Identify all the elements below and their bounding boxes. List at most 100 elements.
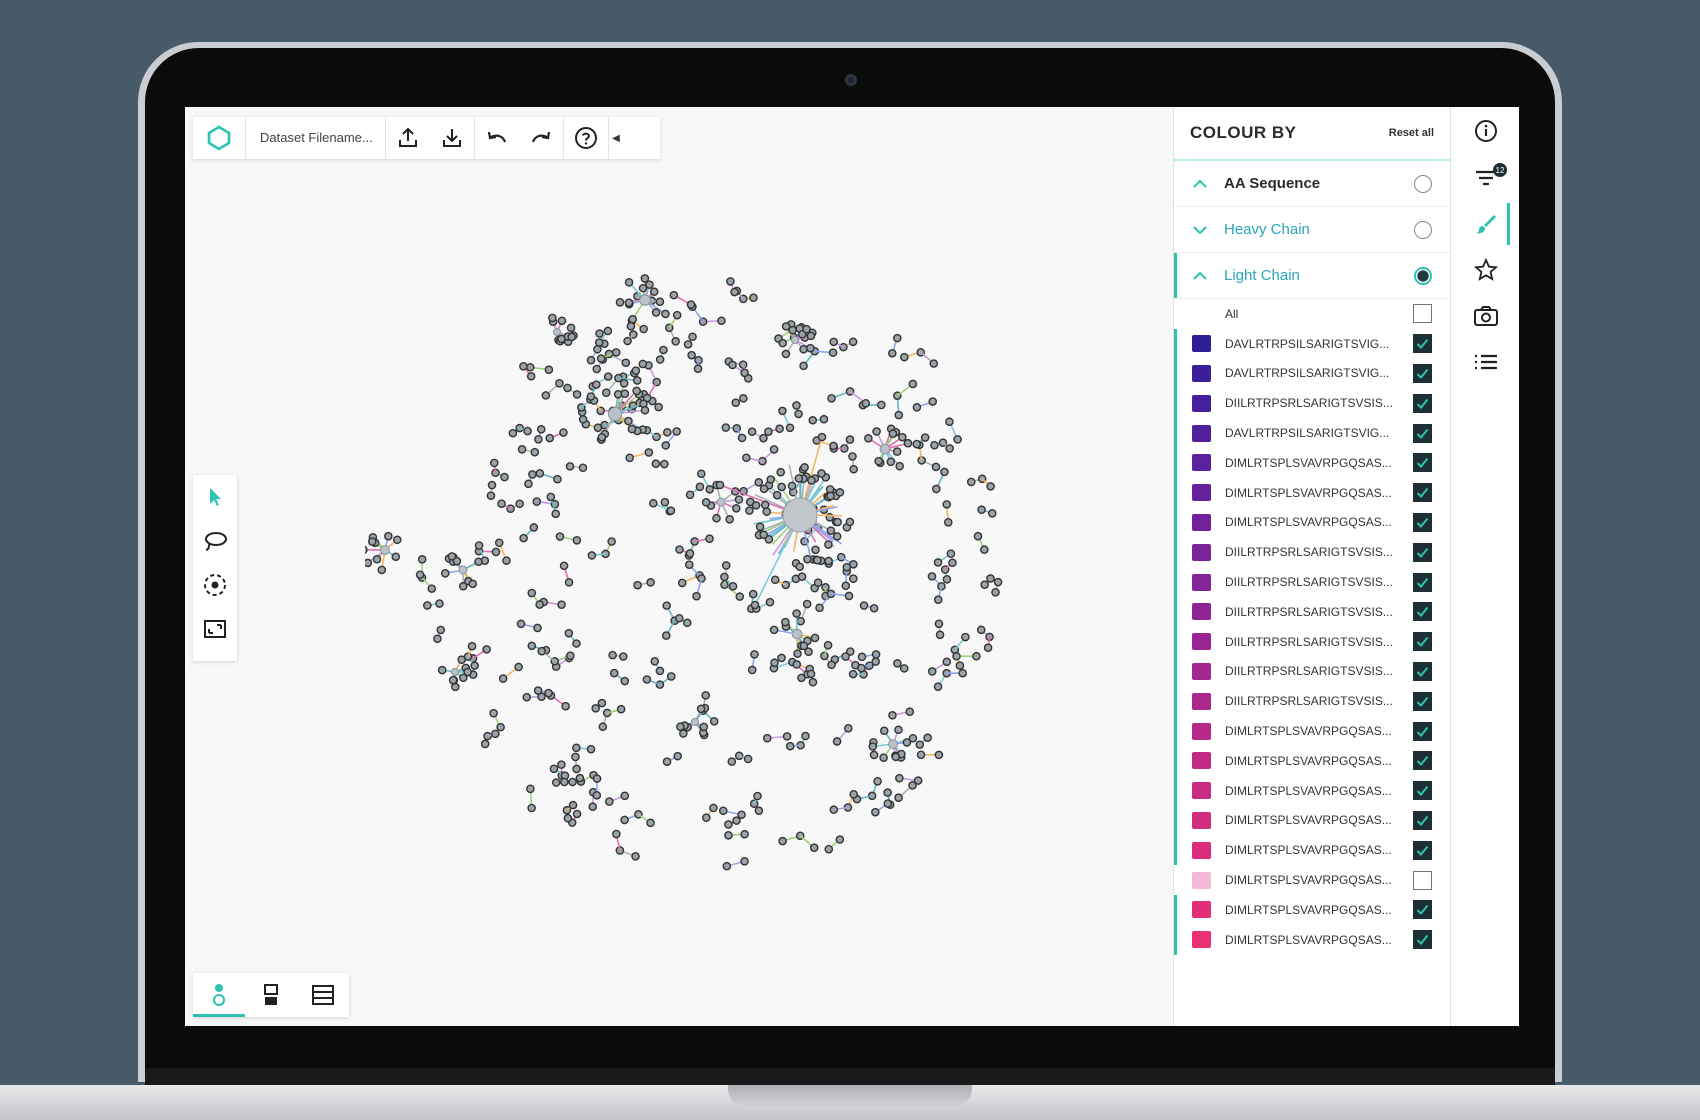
graph-node[interactable]: [632, 386, 641, 396]
graph-node[interactable]: [654, 402, 663, 412]
graph-node[interactable]: [742, 453, 751, 463]
graph-node[interactable]: [732, 423, 742, 433]
graph-node[interactable]: [823, 640, 833, 650]
chevron-up-icon[interactable]: [1192, 268, 1214, 284]
graph-node[interactable]: [557, 760, 566, 769]
graph-node[interactable]: [526, 371, 536, 381]
graph-node[interactable]: [899, 352, 909, 362]
graph-node[interactable]: [883, 788, 892, 797]
graph-cluster-core[interactable]: [879, 443, 891, 455]
graph-node[interactable]: [365, 545, 368, 554]
graph-node[interactable]: [841, 652, 850, 661]
graph-node[interactable]: [772, 490, 782, 500]
graph-node[interactable]: [912, 402, 922, 412]
graph-node[interactable]: [612, 829, 621, 839]
graph-node[interactable]: [769, 625, 779, 635]
graph-node[interactable]: [913, 776, 923, 785]
colour-swatch[interactable]: [1192, 484, 1211, 502]
graph-node[interactable]: [764, 427, 773, 436]
row-checkbox[interactable]: [1413, 393, 1432, 413]
graph-node[interactable]: [879, 726, 889, 736]
list-item[interactable]: DIMLRTSPLSVAVRPGQSAS...: [1174, 507, 1450, 538]
colour-swatch[interactable]: [1192, 841, 1211, 859]
row-checkbox[interactable]: [1413, 512, 1432, 532]
graph-node[interactable]: [806, 669, 816, 679]
graph-node[interactable]: [815, 603, 824, 613]
colour-swatch[interactable]: [1192, 424, 1211, 442]
graph-node[interactable]: [620, 389, 630, 398]
graph-node[interactable]: [935, 630, 945, 640]
graph-cluster-core[interactable]: [607, 406, 623, 422]
graph-node[interactable]: [895, 773, 904, 783]
graph-node[interactable]: [829, 441, 838, 451]
graph-cluster-core[interactable]: [888, 739, 898, 749]
graph-node[interactable]: [808, 415, 818, 425]
graph-node[interactable]: [766, 475, 776, 484]
graph-node[interactable]: [817, 469, 826, 478]
list-item[interactable]: DIMLRTSPLSVAVRPGQSAS...: [1174, 835, 1450, 865]
colour-swatch[interactable]: [1192, 364, 1211, 382]
graph-node[interactable]: [776, 467, 786, 477]
graph-node[interactable]: [799, 641, 809, 651]
graph-node[interactable]: [861, 398, 871, 408]
graph-node[interactable]: [793, 649, 802, 658]
graph-node[interactable]: [603, 372, 613, 381]
graph-node[interactable]: [799, 361, 808, 371]
list-item[interactable]: DIILRTRPSRLSARIGTSVSIS...: [1174, 388, 1450, 418]
colour-swatch[interactable]: [1192, 811, 1211, 829]
graph-cluster-core[interactable]: [450, 667, 460, 677]
graph-node[interactable]: [871, 650, 881, 659]
graph-node[interactable]: [728, 582, 738, 591]
graph-node[interactable]: [955, 661, 965, 670]
colour-swatch[interactable]: [1192, 573, 1211, 591]
graph-node[interactable]: [740, 368, 749, 378]
graph-node[interactable]: [598, 722, 608, 732]
graph-node[interactable]: [702, 813, 711, 822]
graph-node[interactable]: [933, 558, 943, 567]
graph-node[interactable]: [803, 554, 812, 564]
graph-node[interactable]: [448, 675, 458, 685]
graph-node[interactable]: [743, 754, 753, 764]
graph-node[interactable]: [565, 462, 575, 471]
graph-node[interactable]: [903, 438, 913, 448]
graph-node[interactable]: [872, 427, 881, 436]
graph-node[interactable]: [940, 467, 949, 477]
graph-node[interactable]: [751, 501, 761, 510]
graph-node[interactable]: [651, 459, 661, 469]
pointer-icon[interactable]: [193, 475, 237, 519]
graph-node[interactable]: [567, 332, 577, 342]
graph-node[interactable]: [620, 815, 629, 825]
graph-hub[interactable]: [782, 497, 818, 533]
graph-node[interactable]: [980, 545, 989, 554]
graph-node[interactable]: [437, 665, 447, 675]
row-checkbox[interactable]: [1413, 602, 1432, 622]
graph-node[interactable]: [734, 751, 744, 761]
fit-view-icon[interactable]: [193, 607, 237, 651]
row-checkbox[interactable]: [1413, 870, 1432, 890]
graph-node[interactable]: [655, 355, 665, 364]
row-checkbox[interactable]: [1413, 453, 1432, 473]
graph-node[interactable]: [916, 750, 926, 760]
list-item[interactable]: DIILRTRPSRLSARIGTSVSIS...: [1174, 537, 1450, 567]
graph-node[interactable]: [966, 477, 976, 487]
graph-node[interactable]: [533, 686, 543, 695]
graph-node[interactable]: [640, 405, 650, 415]
graph-node[interactable]: [759, 530, 768, 540]
dataset-filename[interactable]: Dataset Filename...: [246, 117, 386, 159]
graph-node[interactable]: [712, 513, 721, 523]
graph-node[interactable]: [508, 428, 518, 438]
graph-node[interactable]: [551, 778, 561, 787]
graph-node[interactable]: [555, 379, 564, 388]
graph-node[interactable]: [586, 744, 596, 754]
graph-node[interactable]: [592, 774, 602, 783]
graph-node[interactable]: [987, 508, 997, 518]
graph-node[interactable]: [642, 675, 652, 684]
graph-node[interactable]: [566, 323, 576, 333]
graph-node[interactable]: [717, 316, 726, 326]
graph-node[interactable]: [384, 531, 393, 541]
graph-node[interactable]: [933, 595, 943, 604]
graph-node[interactable]: [888, 710, 897, 720]
graph-node[interactable]: [980, 580, 989, 590]
graph-node[interactable]: [807, 476, 816, 485]
graph-node[interactable]: [849, 464, 859, 474]
